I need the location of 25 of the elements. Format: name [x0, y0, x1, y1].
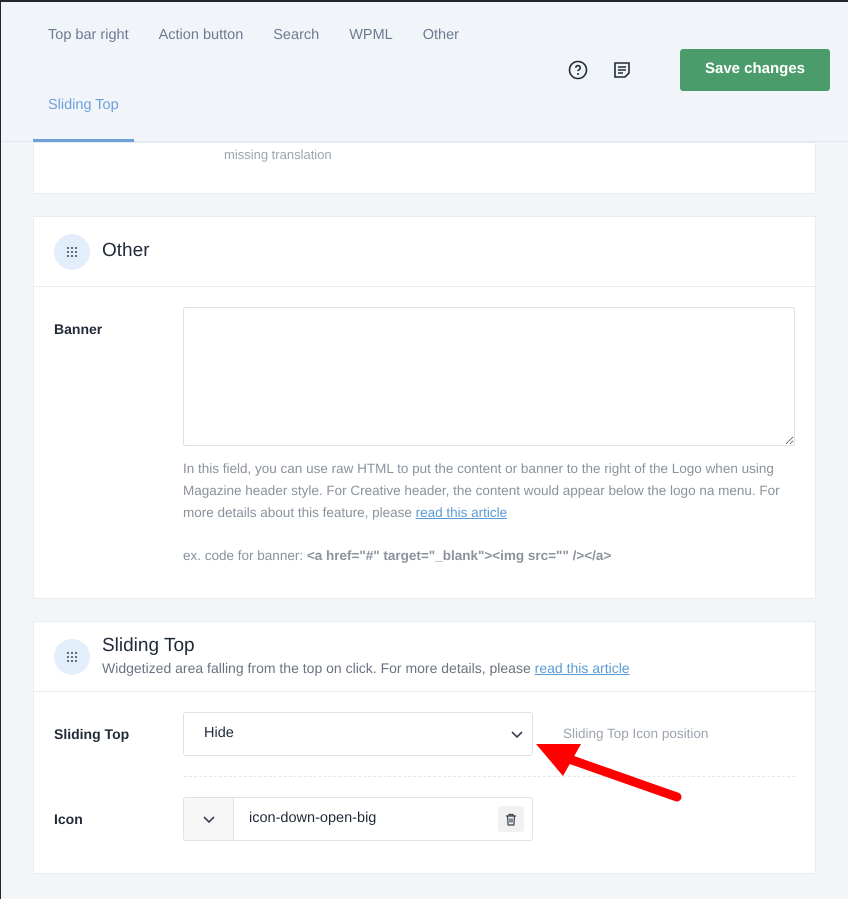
- grid-icon: [54, 638, 90, 675]
- section-subtitle: Widgetized area falling from the top on click. For more details, please read this article: [102, 659, 630, 678]
- delete-button[interactable]: [498, 806, 524, 832]
- notes-icon[interactable]: [612, 60, 632, 80]
- tab[interactable]: Top bar right: [33, 2, 144, 72]
- field-label: Icon: [54, 810, 84, 829]
- field-label: Banner: [54, 320, 104, 339]
- grid-icon: [54, 234, 90, 270]
- article-link[interactable]: read this article: [416, 505, 508, 520]
- select-dropdown[interactable]: Hide: [183, 712, 533, 756]
- help-text: In this field, you can use raw HTML to put the content or banner to the right of the Logo when using Magazine header style. For Creative header, the content would appear below the logo na menu. For more details about this feature, please read this article: [183, 460, 781, 522]
- note-text: missing translation: [224, 147, 332, 162]
- trash-icon: [505, 812, 517, 826]
- help-icon[interactable]: [568, 60, 588, 80]
- tab[interactable]: WPML: [334, 2, 408, 72]
- field-note: Sliding Top Icon position: [563, 725, 708, 744]
- tab[interactable]: Action button: [144, 2, 258, 72]
- tab[interactable]: Other: [408, 2, 474, 72]
- field-label: Sliding Top: [54, 724, 130, 744]
- article-link[interactable]: read this article: [534, 660, 630, 676]
- section-title: Other: [102, 239, 150, 264]
- save-button[interactable]: Save changes: [680, 48, 830, 90]
- tab[interactable]: Search: [258, 2, 334, 72]
- section-title: Sliding Top: [102, 634, 196, 658]
- example-text: ex. code for banner: <a href="#" target="_blank"><img src="" /></a>: [183, 547, 612, 565]
